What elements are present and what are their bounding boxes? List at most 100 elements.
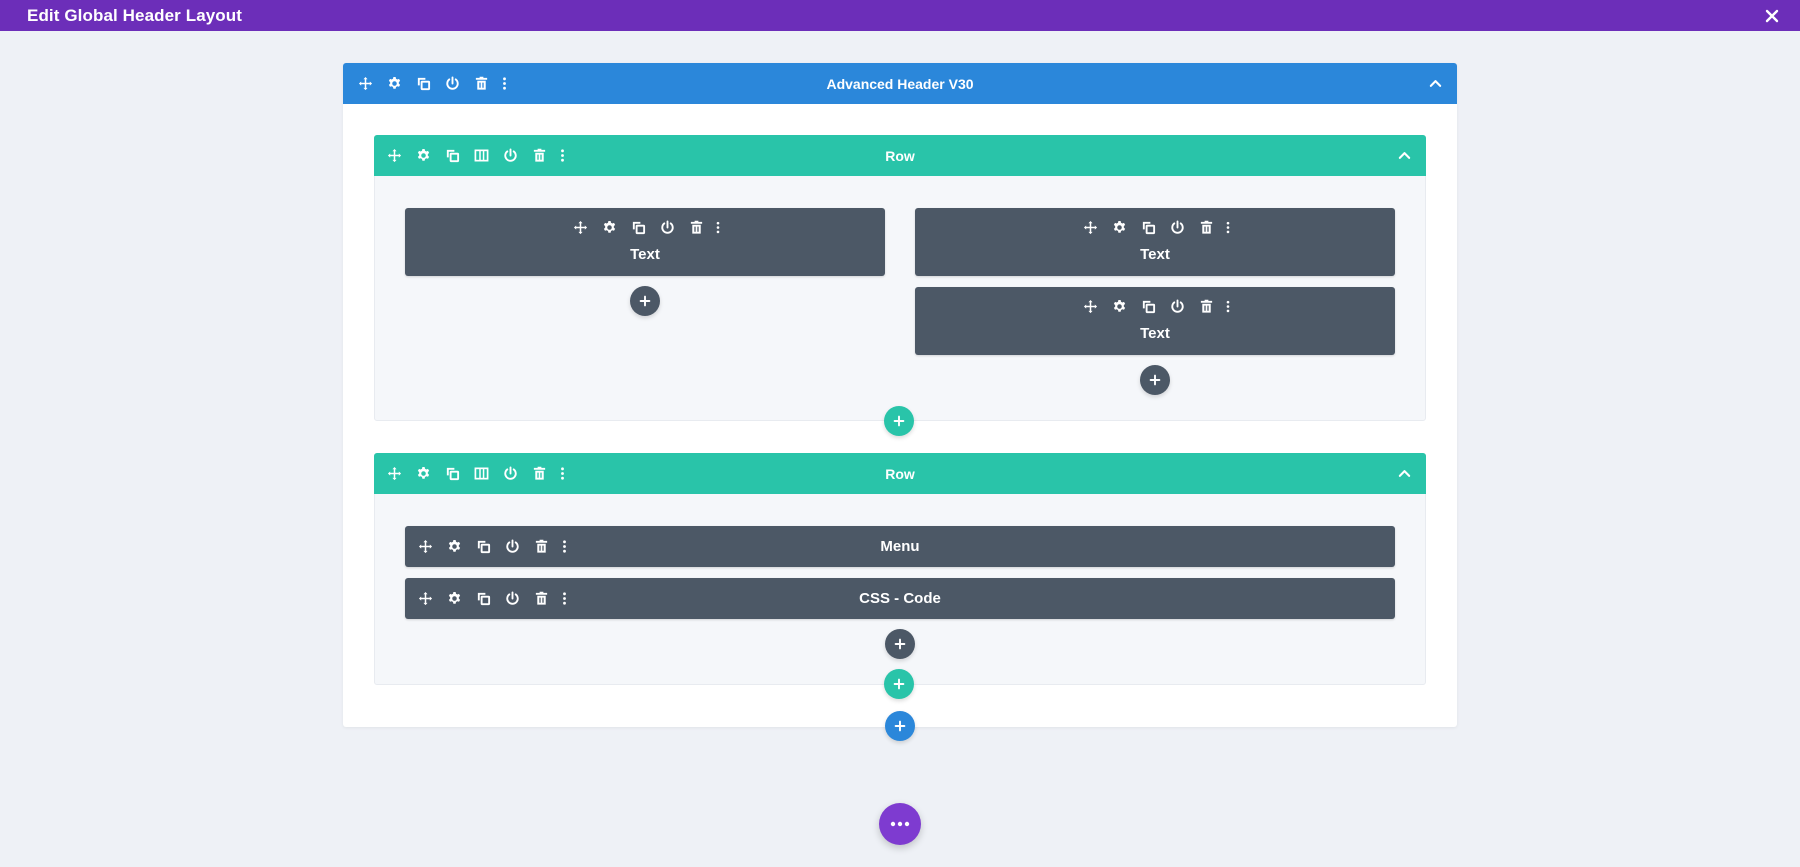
row-move-button[interactable] xyxy=(380,141,409,170)
row-duplicate-button[interactable] xyxy=(438,141,467,170)
add-module-button[interactable] xyxy=(630,286,660,316)
trash-icon xyxy=(1199,299,1214,314)
add-module-button[interactable] xyxy=(885,629,915,659)
more-icon xyxy=(555,466,570,481)
section-toggle-button[interactable] xyxy=(438,69,467,98)
module-duplicate-button[interactable] xyxy=(1134,294,1163,318)
duplicate-icon xyxy=(1141,299,1156,314)
gear-icon xyxy=(447,539,462,554)
gear-icon xyxy=(1112,299,1127,314)
module-duplicate-button[interactable] xyxy=(469,584,498,613)
duplicate-icon xyxy=(631,220,646,235)
row-delete-button[interactable] xyxy=(525,141,554,170)
section-settings-button[interactable] xyxy=(380,69,409,98)
module-settings-button[interactable] xyxy=(595,215,624,239)
move-icon xyxy=(1083,299,1098,314)
row-move-button[interactable] xyxy=(380,459,409,488)
move-icon xyxy=(358,76,373,91)
row-toggle-button[interactable] xyxy=(496,459,525,488)
module-delete-button[interactable] xyxy=(1192,215,1221,239)
module-move-button[interactable] xyxy=(1076,294,1105,318)
page-settings-button[interactable] xyxy=(879,803,921,845)
module-move-button[interactable] xyxy=(411,532,440,561)
section-move-button[interactable] xyxy=(351,69,380,98)
module-move-button[interactable] xyxy=(566,215,595,239)
window-title: Edit Global Header Layout xyxy=(27,5,243,25)
module-move-button[interactable] xyxy=(1076,215,1105,239)
section-duplicate-button[interactable] xyxy=(409,69,438,98)
move-icon xyxy=(573,220,588,235)
row-columns-button[interactable] xyxy=(467,459,496,488)
row-2-header[interactable]: Row xyxy=(374,453,1426,494)
add-module-button[interactable] xyxy=(1140,365,1170,395)
module-toolbar xyxy=(915,294,1395,318)
module-delete-button[interactable] xyxy=(527,584,556,613)
module-more-button[interactable] xyxy=(556,584,572,613)
module-more-button[interactable] xyxy=(1221,294,1235,318)
more-icon xyxy=(557,591,572,606)
module-toggle-button[interactable] xyxy=(1163,294,1192,318)
duplicate-icon xyxy=(476,591,491,606)
module-settings-button[interactable] xyxy=(440,532,469,561)
text-module[interactable]: Text xyxy=(915,287,1395,355)
row-collapse-button[interactable] xyxy=(1394,453,1414,494)
module-more-button[interactable] xyxy=(556,532,572,561)
menu-module[interactable]: Menu xyxy=(405,526,1395,567)
power-icon xyxy=(503,466,518,481)
css-code-module[interactable]: CSS - Code xyxy=(405,578,1395,619)
row-duplicate-button[interactable] xyxy=(438,459,467,488)
plus-icon xyxy=(892,677,906,691)
module-more-button[interactable] xyxy=(711,215,725,239)
row-more-button[interactable] xyxy=(554,141,570,170)
module-duplicate-button[interactable] xyxy=(624,215,653,239)
trash-icon xyxy=(1199,220,1214,235)
module-duplicate-button[interactable] xyxy=(469,532,498,561)
module-delete-button[interactable] xyxy=(1192,294,1221,318)
section-delete-button[interactable] xyxy=(467,69,496,98)
chevron-up-icon xyxy=(1397,148,1412,163)
row-settings-button[interactable] xyxy=(409,459,438,488)
module-toggle-button[interactable] xyxy=(498,584,527,613)
row-columns-button[interactable] xyxy=(467,141,496,170)
gear-icon xyxy=(602,220,617,235)
section-collapse-button[interactable] xyxy=(1425,63,1445,104)
module-toggle-button[interactable] xyxy=(498,532,527,561)
module-toggle-button[interactable] xyxy=(653,215,682,239)
more-icon xyxy=(1221,299,1235,314)
section-advanced-header: Advanced Header V30 Row Text Text Text R… xyxy=(343,63,1457,727)
row-more-button[interactable] xyxy=(554,459,570,488)
module-toolbar xyxy=(411,526,572,567)
row-delete-button[interactable] xyxy=(525,459,554,488)
module-move-button[interactable] xyxy=(411,584,440,613)
module-settings-button[interactable] xyxy=(1105,294,1134,318)
chevron-up-icon xyxy=(1428,76,1443,91)
module-delete-button[interactable] xyxy=(527,532,556,561)
close-button[interactable] xyxy=(1762,6,1782,26)
section-more-button[interactable] xyxy=(496,69,512,98)
module-settings-button[interactable] xyxy=(440,584,469,613)
row-toggle-button[interactable] xyxy=(496,141,525,170)
row-collapse-button[interactable] xyxy=(1394,135,1414,176)
module-delete-button[interactable] xyxy=(682,215,711,239)
more-icon xyxy=(497,76,512,91)
power-icon xyxy=(505,539,520,554)
module-label: Text xyxy=(1140,325,1170,342)
trash-icon xyxy=(474,76,489,91)
row-settings-button[interactable] xyxy=(409,141,438,170)
module-toggle-button[interactable] xyxy=(1163,215,1192,239)
section-header[interactable]: Advanced Header V30 xyxy=(343,63,1457,104)
text-module[interactable]: Text xyxy=(915,208,1395,276)
module-settings-button[interactable] xyxy=(1105,215,1134,239)
trash-icon xyxy=(534,539,549,554)
add-row-button[interactable] xyxy=(884,669,914,699)
row-1-header[interactable]: Row xyxy=(374,135,1426,176)
module-duplicate-button[interactable] xyxy=(1134,215,1163,239)
add-section-button[interactable] xyxy=(885,711,915,741)
plus-icon xyxy=(893,637,907,651)
move-icon xyxy=(418,539,433,554)
module-more-button[interactable] xyxy=(1221,215,1235,239)
more-icon xyxy=(711,220,725,235)
section-toolbar xyxy=(351,63,512,104)
text-module[interactable]: Text xyxy=(405,208,885,276)
add-row-button[interactable] xyxy=(884,406,914,436)
